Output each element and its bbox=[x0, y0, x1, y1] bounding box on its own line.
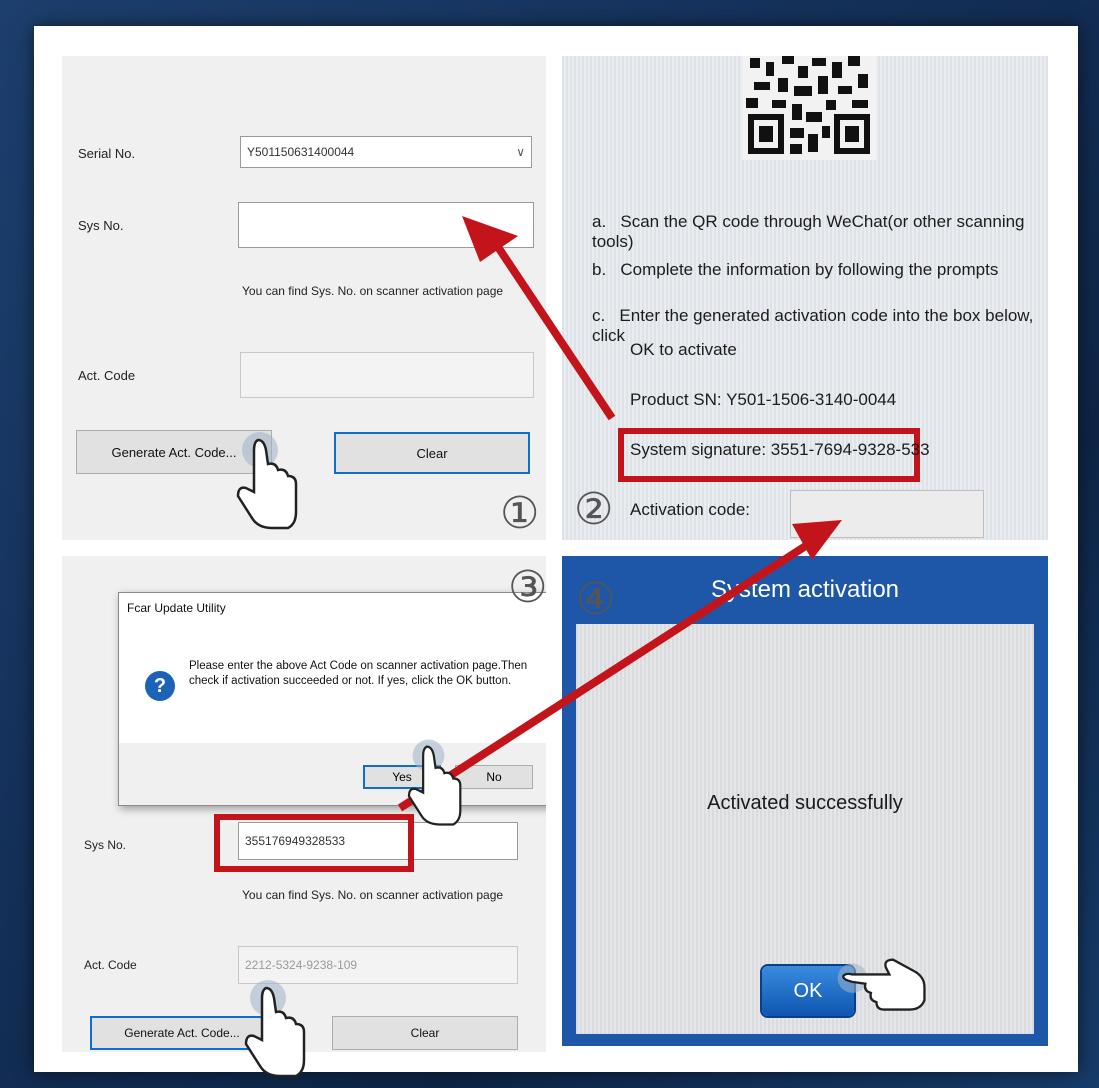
system-signature: System signature: 3551-7694-9328-533 bbox=[630, 440, 930, 459]
qr-code-icon bbox=[742, 56, 876, 160]
sys-hint: You can find Sys. No. on scanner activat… bbox=[242, 284, 504, 298]
product-sn: Product SN: Y501-1506-3140-0044 bbox=[630, 390, 897, 409]
sys-hint: You can find Sys. No. on scanner activat… bbox=[242, 888, 504, 902]
act-label: Act. Code bbox=[78, 368, 136, 383]
pointing-hand-icon bbox=[407, 739, 462, 826]
pointing-hand-icon bbox=[236, 432, 298, 530]
tutorial-sheet: Serial No. Y501150631400044 ∨ Sys No. Yo… bbox=[34, 26, 1078, 1072]
instruction-b: b. Complete the information by following… bbox=[592, 260, 999, 279]
step4-panel: System activation ④ Activated successful… bbox=[562, 556, 1048, 1046]
fcar-dialog: Fcar Update Utility ? Please enter the a… bbox=[118, 592, 546, 806]
act-label: Act. Code bbox=[84, 958, 137, 972]
pointing-hand-icon bbox=[244, 980, 306, 1078]
dialog-title: Fcar Update Utility bbox=[127, 601, 226, 615]
step-number-4: ④ bbox=[576, 574, 616, 625]
pointing-hand-icon bbox=[837, 958, 926, 1011]
chevron-down-icon: ∨ bbox=[516, 145, 525, 159]
dialog-message: Please enter the above Act Code on scann… bbox=[189, 660, 528, 687]
success-message: Activated successfully bbox=[707, 792, 903, 814]
system-activation-title: System activation bbox=[710, 576, 900, 603]
act-code-field bbox=[240, 352, 534, 398]
question-icon: ? bbox=[145, 671, 175, 701]
serial-value: Y501150631400044 bbox=[247, 145, 355, 159]
step-number-2: ② bbox=[574, 484, 614, 535]
instruction-a: a. Scan the QR code through WeChat(or ot… bbox=[592, 212, 1025, 251]
sys-label: Sys No. bbox=[78, 218, 124, 233]
clear-button[interactable]: Clear bbox=[332, 1016, 518, 1050]
activation-code-label: Activation code: bbox=[630, 500, 751, 519]
step2-panel: a. Scan the QR code through WeChat(or ot… bbox=[562, 56, 1048, 540]
activation-dialog-body: Activated successfully OK bbox=[576, 624, 1034, 1034]
activation-code-input[interactable] bbox=[790, 490, 984, 538]
clear-button[interactable]: Clear bbox=[334, 432, 530, 474]
serial-label: Serial No. bbox=[78, 146, 136, 161]
step-number-1: ① bbox=[500, 488, 540, 539]
step-number-3: ③ bbox=[508, 562, 546, 613]
dialog-footer: Yes No bbox=[119, 743, 546, 805]
sys-no-highlight bbox=[214, 814, 414, 872]
serial-select[interactable]: Y501150631400044 ∨ bbox=[240, 136, 532, 168]
sys-label: Sys No. bbox=[84, 838, 127, 852]
no-button[interactable]: No bbox=[455, 765, 533, 789]
instruction-c-cont: OK to activate bbox=[630, 340, 737, 359]
sys-input[interactable] bbox=[238, 202, 534, 248]
step1-panel: Serial No. Y501150631400044 ∨ Sys No. Yo… bbox=[62, 56, 546, 540]
